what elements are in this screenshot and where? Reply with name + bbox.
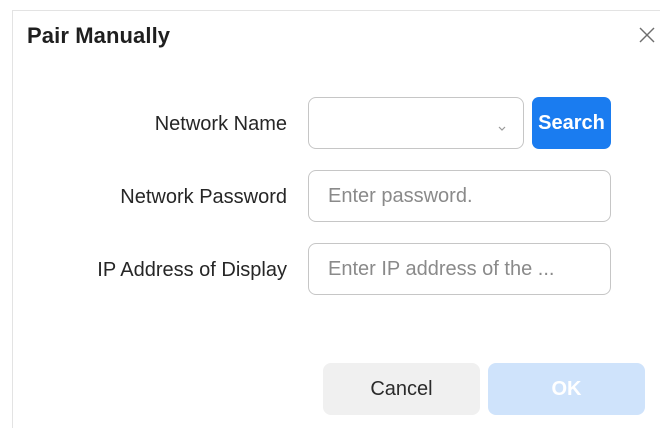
network-password-field[interactable] — [308, 170, 611, 222]
dialog-title: Pair Manually — [27, 23, 171, 48]
search-button[interactable]: Search — [532, 97, 611, 149]
cancel-button[interactable]: Cancel — [323, 363, 480, 415]
network-password-label: Network Password — [120, 186, 287, 208]
chevron-down-icon — [497, 120, 507, 138]
network-password-input[interactable] — [309, 171, 610, 221]
network-name-label: Network Name — [154, 113, 287, 135]
pair-manually-dialog: Pair Manually Network Name Search Networ… — [12, 10, 660, 428]
ok-button[interactable]: OK — [488, 363, 645, 415]
ip-address-label: IP Address of Display — [97, 259, 287, 281]
ip-address-field[interactable] — [308, 243, 611, 295]
network-name-dropdown[interactable] — [308, 97, 524, 149]
ip-address-input[interactable] — [309, 244, 610, 294]
close-icon — [637, 25, 657, 45]
close-button[interactable] — [637, 25, 657, 45]
